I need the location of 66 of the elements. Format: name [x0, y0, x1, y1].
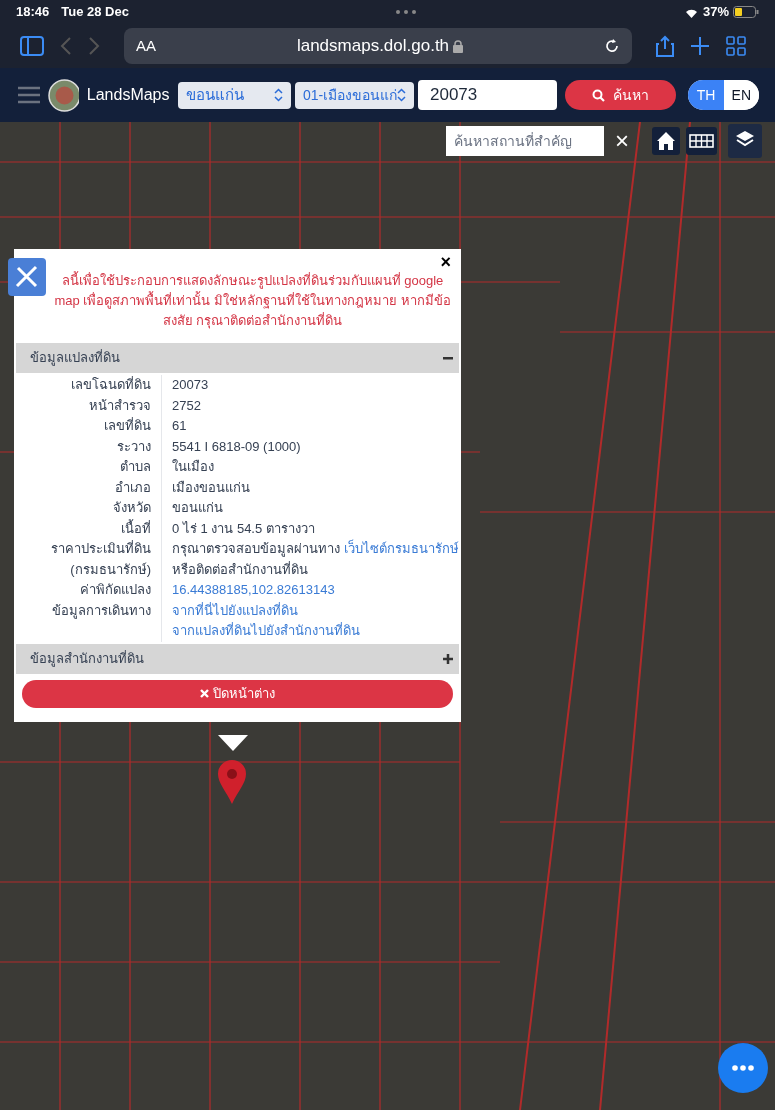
- section-header[interactable]: ข้อมูลสำนักงานที่ดิน: [16, 643, 459, 674]
- field-value: หรือติดต่อสำนักงานที่ดิน: [172, 561, 308, 577]
- grid-icon[interactable]: [686, 127, 717, 155]
- field-value: เมืองขอนแก่น: [172, 479, 250, 495]
- field-label: ตำบล: [120, 459, 151, 474]
- close-icon: [200, 689, 209, 698]
- field-value: 0 ไร่ 1 งาน 54.5 ตารางวา: [172, 520, 315, 536]
- close-window-button[interactable]: ปิดหน้าต่าง: [22, 679, 453, 708]
- field-value: กรุณาตรวจสอบข้อมูลผ่านทาง: [172, 541, 340, 556]
- field-value: ขอนแก่น: [172, 500, 223, 515]
- field-label: ระวาง: [117, 438, 151, 454]
- district-select[interactable]: 01-เมืองขอนแก่: [295, 81, 414, 109]
- plus-icon: [443, 653, 453, 664]
- search-icon: [592, 88, 606, 102]
- app-title: LandsMaps: [86, 85, 170, 105]
- chevron-updown-icon: [274, 88, 283, 102]
- clock-time: 18:46: [16, 3, 50, 22]
- language-tab[interactable]: TH: [688, 80, 724, 110]
- date: Tue 28 Dec: [61, 3, 129, 22]
- field-value: 2752: [172, 397, 201, 413]
- field-label: จังหวัด: [113, 500, 151, 515]
- field-value: 20073: [172, 377, 209, 392]
- field-label: หน้าสำรวจ: [89, 397, 151, 413]
- field-label: เลขที่ดิน: [104, 418, 151, 433]
- lock-icon: [453, 39, 464, 53]
- field-label: ค่าพิกัดแปลง: [80, 582, 151, 597]
- link[interactable]: 16.44388185,102.82613143: [172, 582, 335, 597]
- link[interactable]: จากแปลงที่ดินไปยังสำนักงานที่ดิน: [172, 623, 360, 638]
- chevron-updown-icon: [397, 88, 406, 102]
- field-value: ในเมือง: [172, 459, 214, 474]
- menu-icon[interactable]: [16, 85, 41, 105]
- layers-icon[interactable]: [728, 124, 762, 158]
- field-label: อำเภอ: [115, 479, 151, 495]
- field-label: (กรมธนารักษ์): [70, 561, 151, 577]
- link[interactable]: จากที่นี่ไปยังแปลงที่ดิน: [172, 602, 298, 618]
- more-options-icon[interactable]: [718, 1043, 768, 1093]
- section-title: ข้อมูลแปลงที่ดิน: [30, 348, 120, 368]
- field-label: เลขโฉนดที่ดิน: [71, 377, 151, 392]
- field-value: 5541 I 6818-09 (1000): [172, 438, 301, 454]
- text-size-label[interactable]: AA: [136, 34, 156, 58]
- province-select[interactable]: ขอนแก่น: [177, 81, 291, 109]
- more-dots-icon[interactable]: [396, 10, 417, 14]
- plus-icon[interactable]: [690, 36, 710, 56]
- clear-search-button[interactable]: ×: [604, 126, 640, 156]
- location-pin-icon: [216, 759, 248, 805]
- section-title: ข้อมูลสำนักงานที่ดิน: [30, 649, 144, 669]
- home-icon[interactable]: [652, 127, 680, 155]
- search-button[interactable]: ค้นหา: [565, 80, 677, 110]
- place-search-input[interactable]: ค้นหาสถานที่สำคัญ: [446, 126, 604, 156]
- reload-icon[interactable]: [604, 38, 620, 54]
- field-label: เนื้อที่: [121, 520, 151, 536]
- link[interactable]: เว็บไซต์กรมธนารักษ์: [344, 541, 459, 556]
- section-header[interactable]: ข้อมูลแปลงที่ดิน: [16, 343, 459, 373]
- battery-icon: [733, 6, 759, 18]
- field-label: ข้อมูลการเดินทาง: [52, 602, 151, 618]
- parcel-number-input[interactable]: 20073: [418, 80, 557, 110]
- seal-logo-icon: [48, 78, 79, 112]
- url-text: landsmaps.dol.go.th: [296, 35, 450, 58]
- tabs-grid-icon[interactable]: [726, 36, 746, 56]
- popup-pointer-icon: [218, 735, 248, 752]
- address-bar[interactable]: AA landsmaps.dol.go.th: [124, 28, 632, 64]
- field-label: ราคาประเมินที่ดิน: [51, 541, 151, 556]
- sidebar-icon[interactable]: [20, 36, 44, 56]
- battery-percent: 37%: [702, 3, 729, 22]
- field-value: 61: [172, 418, 187, 433]
- share-icon[interactable]: [656, 35, 674, 57]
